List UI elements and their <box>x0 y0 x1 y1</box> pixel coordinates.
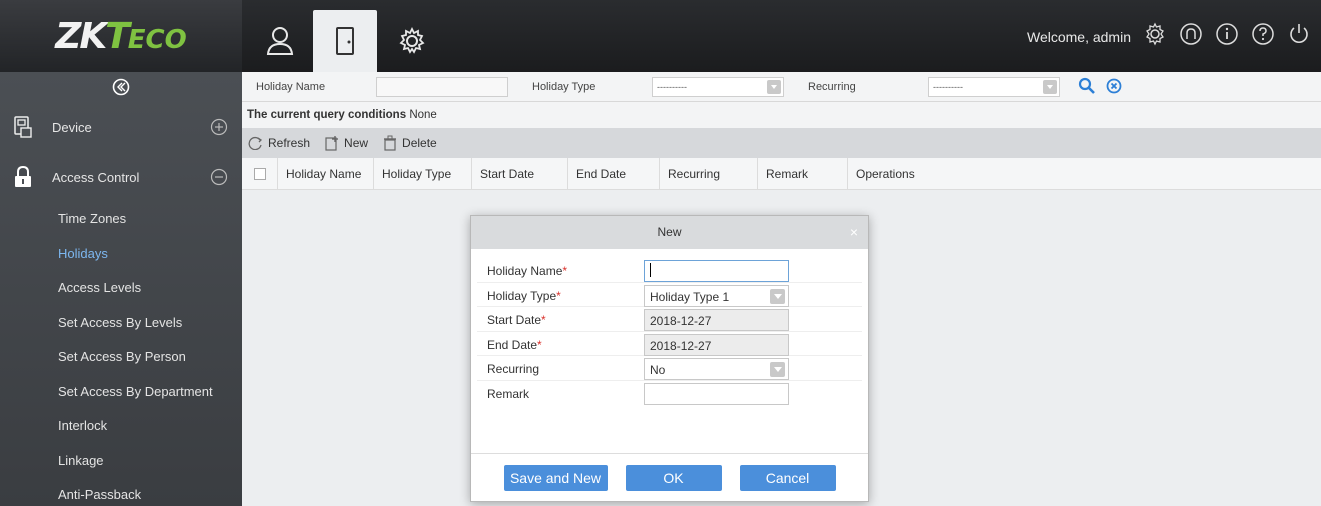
end-date-input[interactable]: 2018-12-27 <box>644 333 789 356</box>
query-recurring-label: Recurring <box>808 81 856 93</box>
query-recurring-select[interactable]: ---------- <box>928 77 1060 97</box>
sidebar: Device Access Control Time Zones Holiday… <box>0 72 242 506</box>
end-date-label: End Date* <box>487 337 542 352</box>
cancel-button[interactable]: Cancel <box>739 464 836 491</box>
access-nav[interactable] <box>313 10 377 72</box>
column-header[interactable]: Remark <box>758 157 848 190</box>
info-icon[interactable] <box>1215 22 1239 46</box>
sidebar-item-linkage[interactable]: Linkage <box>0 444 242 479</box>
column-header[interactable]: Start Date <box>472 157 568 190</box>
column-header[interactable]: End Date <box>568 157 660 190</box>
refresh-icon <box>248 136 263 150</box>
recurring-label: Recurring <box>487 362 540 376</box>
text-cursor <box>650 263 651 277</box>
brand-icon[interactable] <box>1179 22 1203 46</box>
table-header: Holiday Name Holiday Type Start Date End… <box>242 157 1321 190</box>
recurring-select[interactable]: No <box>644 358 789 380</box>
sidebar-section-access-control[interactable]: Access Control <box>0 152 242 202</box>
toolbar: Refresh New Delete <box>242 128 1321 158</box>
query-conditions: The current query conditions None <box>242 102 1321 128</box>
column-header[interactable]: Holiday Type <box>374 157 472 190</box>
select-all-checkbox[interactable] <box>253 167 266 180</box>
column-header[interactable]: Holiday Name <box>278 157 374 190</box>
save-and-new-button[interactable]: Save and New <box>503 464 608 491</box>
sidebar-collapse-button[interactable] <box>0 72 242 102</box>
sidebar-item-set-access-by-department[interactable]: Set Access By Department <box>0 375 242 410</box>
ok-button[interactable]: OK <box>625 464 722 491</box>
refresh-button[interactable]: Refresh <box>248 136 310 150</box>
personnel-nav[interactable] <box>248 10 312 72</box>
new-holiday-dialog: New × Holiday Name* Holiday Type* Holida… <box>470 215 869 502</box>
conditions-value: None <box>409 109 437 121</box>
form-row-remark: Remark <box>477 381 862 406</box>
new-icon <box>325 136 339 151</box>
holiday-type-label: Holiday Type* <box>487 288 561 303</box>
form-row-holiday-type: Holiday Type* Holiday Type 1 <box>477 283 862 307</box>
form-row-end-date: End Date* 2018-12-27 <box>477 332 862 356</box>
minus-icon[interactable] <box>210 168 228 186</box>
query-holiday-name-label: Holiday Name <box>256 81 326 93</box>
lock-icon <box>15 166 31 187</box>
query-holiday-type-label: Holiday Type <box>532 81 596 93</box>
plus-icon[interactable] <box>210 118 228 136</box>
power-icon[interactable] <box>1287 22 1311 46</box>
query-bar: Holiday Name Holiday Type ---------- Rec… <box>242 72 1321 102</box>
sidebar-item-anti-passback[interactable]: Anti-Passback <box>0 478 242 506</box>
holiday-type-select[interactable]: Holiday Type 1 <box>644 284 789 307</box>
welcome-text: Welcome, admin <box>1026 29 1131 45</box>
help-icon[interactable] <box>1251 22 1275 46</box>
gear-icon <box>399 26 425 54</box>
user-icon <box>266 27 294 55</box>
close-icon[interactable]: × <box>850 216 858 249</box>
door-icon <box>336 27 354 55</box>
dialog-title: New <box>657 225 682 239</box>
select-all-cell <box>242 157 278 190</box>
sidebar-item-holidays[interactable]: Holidays <box>0 237 242 272</box>
column-header[interactable]: Recurring <box>660 157 758 190</box>
system-nav[interactable] <box>380 10 444 72</box>
collapse-icon <box>112 78 130 96</box>
query-holiday-type-select[interactable]: ---------- <box>652 77 784 97</box>
start-date-label: Start Date* <box>487 313 546 327</box>
sidebar-section-label: Access Control <box>52 169 140 185</box>
sidebar-section-label: Device <box>52 119 92 135</box>
trash-icon <box>384 135 397 151</box>
sidebar-item-interlock[interactable]: Interlock <box>0 409 242 444</box>
query-holiday-name-input[interactable] <box>376 77 508 97</box>
device-icon <box>14 116 32 138</box>
sidebar-item-time-zones[interactable]: Time Zones <box>0 202 242 237</box>
search-icon[interactable] <box>1078 77 1096 95</box>
remark-label: Remark <box>487 386 530 401</box>
conditions-label: The current query conditions <box>247 109 407 121</box>
form-row-holiday-name: Holiday Name* <box>477 258 862 283</box>
logo: ZKTECO <box>0 0 242 72</box>
holiday-name-input[interactable] <box>644 260 789 282</box>
clear-icon[interactable] <box>1106 78 1122 94</box>
column-header: Operations <box>856 166 915 181</box>
chevron-down-icon <box>767 80 781 94</box>
dialog-header: New × <box>471 216 868 249</box>
sidebar-item-set-access-by-levels[interactable]: Set Access By Levels <box>0 306 242 341</box>
chevron-down-icon <box>770 362 785 377</box>
chevron-down-icon <box>770 288 785 304</box>
top-bar: ZKTECO Welcome, admin <box>0 0 1321 72</box>
start-date-input[interactable]: 2018-12-27 <box>644 309 789 331</box>
dialog-footer: Save and New OK Cancel <box>471 453 868 501</box>
settings-icon[interactable] <box>1143 22 1167 46</box>
sidebar-item-access-levels[interactable]: Access Levels <box>0 271 242 306</box>
sidebar-section-device[interactable]: Device <box>0 102 242 152</box>
holiday-name-label: Holiday Name* <box>487 264 568 278</box>
top-icons <box>1143 22 1311 46</box>
form-row-start-date: Start Date* 2018-12-27 <box>477 307 862 332</box>
new-button[interactable]: New <box>324 135 368 151</box>
delete-button[interactable]: Delete <box>382 135 437 151</box>
chevron-down-icon <box>1043 80 1057 94</box>
sidebar-item-set-access-by-person[interactable]: Set Access By Person <box>0 340 242 375</box>
remark-input[interactable] <box>644 382 789 405</box>
form-row-recurring: Recurring No <box>477 356 862 381</box>
